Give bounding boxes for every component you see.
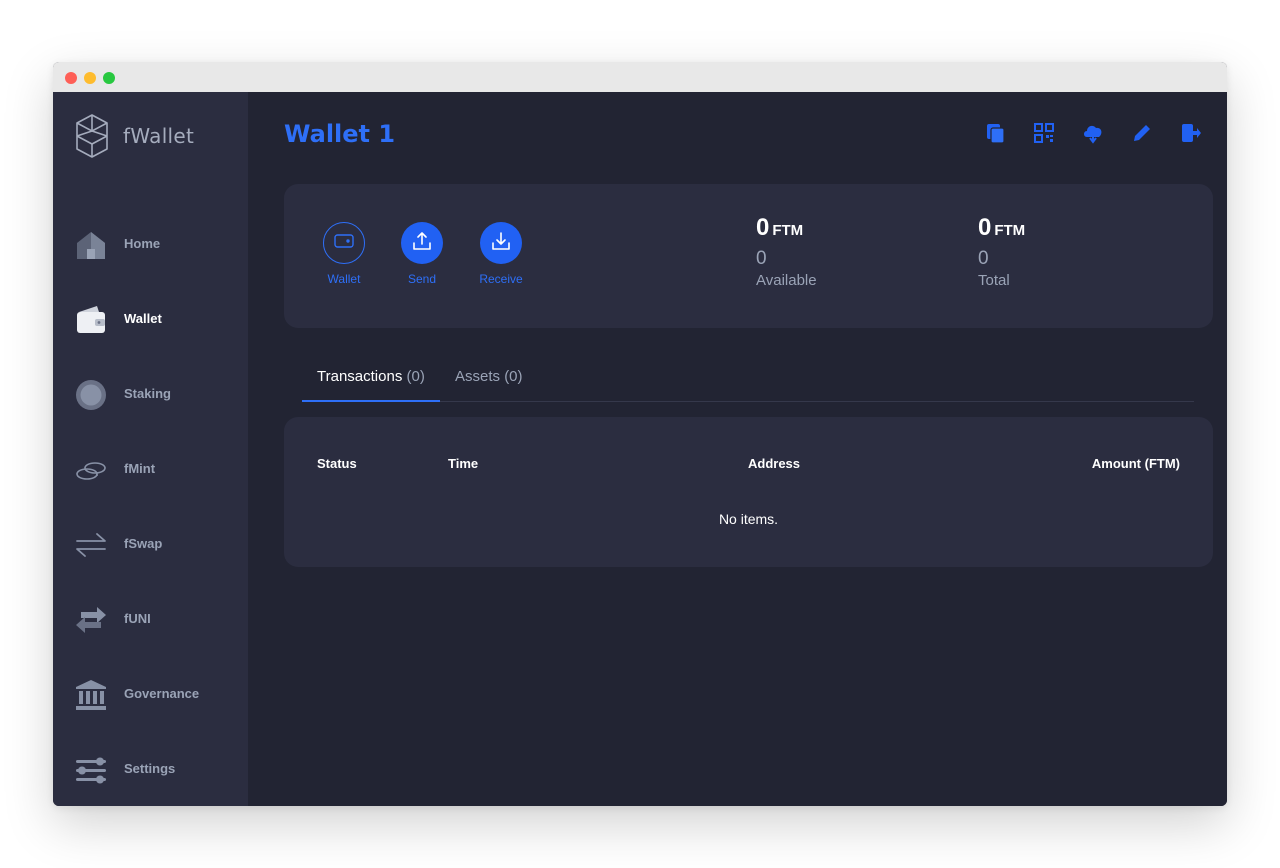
available-amount-unit: FTM [772, 222, 804, 239]
staking-icon [75, 379, 107, 411]
tab-count: (0) [504, 368, 523, 385]
download-icon [491, 231, 511, 256]
total-balance: 0 FTM 0 Total [978, 214, 1025, 289]
app-logo[interactable]: fWallet [73, 110, 194, 162]
sidebar-item-label: Wallet [124, 311, 162, 326]
swap-arrows-icon [75, 529, 107, 561]
available-secondary-value: 0 [756, 248, 767, 269]
tab-transactions[interactable]: Transactions (0) [302, 364, 440, 402]
cloud-download-icon[interactable] [1082, 122, 1104, 144]
wallet-action-button[interactable]: Wallet [314, 222, 374, 286]
header-actions [985, 122, 1205, 146]
total-amount-unit: FTM [994, 222, 1026, 239]
sidebar-item-label: fUNI [124, 611, 151, 626]
sidebar-item-label: Settings [124, 761, 176, 776]
fantom-logo-icon [73, 112, 111, 160]
sidebar-item-funi[interactable]: fUNI [53, 595, 248, 645]
pencil-icon[interactable] [1131, 122, 1153, 144]
sidebar-item-label: Staking [124, 386, 171, 401]
total-caption: Total [978, 272, 1010, 289]
sidebar-item-label: Governance [124, 686, 200, 701]
send-action-circle [401, 222, 443, 264]
wallet-action-label: Wallet [327, 272, 361, 286]
available-amount-value: 0 [756, 214, 770, 241]
wallet-icon [334, 233, 354, 254]
window-titlebar [53, 62, 1227, 92]
total-amount-value: 0 [978, 214, 992, 241]
app-name: fWallet [123, 124, 195, 148]
empty-state-text: No items. [718, 511, 779, 527]
tab-count: (0) [406, 368, 425, 385]
sidebar-item-staking[interactable]: Staking [53, 370, 248, 420]
column-header-address[interactable]: Address [748, 456, 800, 471]
sidebar-item-label: Home [124, 236, 161, 251]
balance-card: Wallet Send Receive 0 FTM 0 Available 0 … [284, 184, 1213, 328]
column-header-amount[interactable]: Amount (FTM) [1092, 456, 1180, 471]
copy-icon[interactable] [985, 122, 1007, 144]
tab-label: Assets [455, 368, 501, 385]
coins-icon [75, 454, 107, 486]
logout-icon[interactable] [1180, 122, 1202, 144]
app-window: fWallet Home Wallet Staking fMint fSwap … [53, 62, 1227, 806]
minimize-window-button[interactable] [84, 72, 96, 84]
qr-code-icon[interactable] [1033, 122, 1055, 144]
tab-assets[interactable]: Assets (0) [455, 364, 545, 402]
home-icon [75, 229, 107, 261]
column-header-status[interactable]: Status [317, 456, 357, 471]
receive-action-label: Receive [479, 272, 523, 286]
send-action-label: Send [407, 272, 437, 286]
close-window-button[interactable] [65, 72, 77, 84]
available-amount: 0 FTM [756, 214, 817, 242]
sidebar-item-governance[interactable]: Governance [53, 670, 248, 720]
sidebar-item-label: fSwap [124, 536, 163, 551]
column-header-time[interactable]: Time [448, 456, 478, 471]
available-caption: Available [756, 272, 817, 289]
transactions-table: Status Time Address Amount (FTM) No item… [284, 417, 1213, 567]
total-secondary-value: 0 [978, 248, 989, 269]
tab-label: Transactions [317, 368, 403, 385]
total-amount: 0 FTM [978, 214, 1025, 242]
sliders-icon [75, 754, 107, 786]
tab-bar: Transactions (0) Assets (0) [302, 364, 1194, 402]
sidebar-item-label: fMint [124, 461, 156, 476]
sidebar-item-wallet[interactable]: Wallet [53, 295, 248, 345]
receive-action-circle [480, 222, 522, 264]
send-button[interactable]: Send [392, 222, 452, 286]
sidebar-item-settings[interactable]: Settings [53, 745, 248, 795]
bank-icon [75, 679, 107, 711]
sidebar-item-fswap[interactable]: fSwap [53, 520, 248, 570]
maximize-window-button[interactable] [103, 72, 115, 84]
transfer-arrows-icon [75, 604, 107, 636]
sidebar-item-fmint[interactable]: fMint [53, 445, 248, 495]
available-balance: 0 FTM 0 Available [756, 214, 817, 289]
sidebar: fWallet Home Wallet Staking fMint fSwap … [53, 92, 248, 806]
main-content: Wallet 1 Wallet Send Receive 0 FTM 0 Ava… [248, 92, 1227, 806]
upload-icon [412, 231, 432, 256]
wallet-icon [75, 304, 107, 336]
receive-button[interactable]: Receive [471, 222, 531, 286]
wallet-action-circle [323, 222, 365, 264]
page-title: Wallet 1 [284, 120, 396, 148]
sidebar-item-home[interactable]: Home [53, 220, 248, 270]
